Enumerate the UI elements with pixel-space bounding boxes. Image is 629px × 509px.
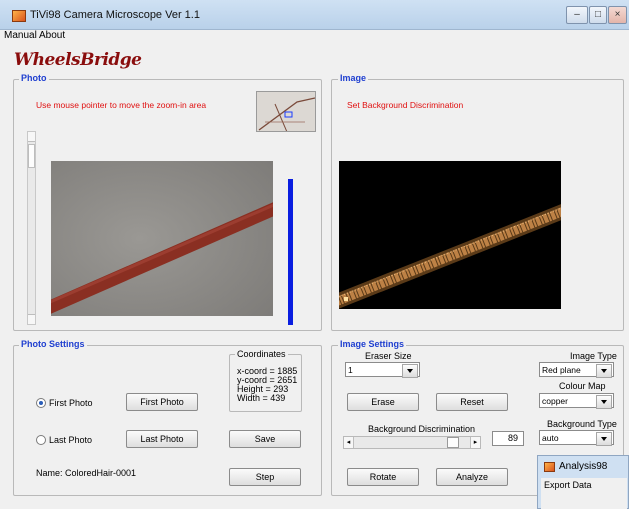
background-discrimination-slider[interactable]: ◂ ▸ xyxy=(343,436,481,449)
photo-hint: Use mouse pointer to move the zoom-in ar… xyxy=(36,100,207,110)
slider-thumb[interactable] xyxy=(446,437,459,448)
analysis-window-title: Analysis98 xyxy=(559,461,608,472)
rotate-button[interactable]: Rotate xyxy=(347,468,419,486)
processed-image-hair xyxy=(339,204,561,309)
save-button[interactable]: Save xyxy=(229,430,301,448)
reset-button[interactable]: Reset xyxy=(436,393,508,411)
export-data-menu[interactable]: Export Data xyxy=(544,480,592,490)
eraser-size-select[interactable]: 1 xyxy=(345,362,420,378)
slider-left-arrow-icon[interactable]: ◂ xyxy=(344,437,354,448)
image-type-value: Red plane xyxy=(542,365,581,375)
image-settings-legend: Image Settings xyxy=(338,339,407,349)
scroll-thumb[interactable] xyxy=(28,144,35,168)
colour-map-value: copper xyxy=(542,396,568,406)
background-type-label: Background Type xyxy=(547,419,617,429)
menu-manual[interactable]: Manual xyxy=(4,30,37,42)
chevron-down-icon xyxy=(596,432,612,446)
erase-button[interactable]: Erase xyxy=(347,393,419,411)
last-photo-radio[interactable] xyxy=(36,435,46,445)
eraser-size-value: 1 xyxy=(348,365,353,375)
maximize-icon: □ xyxy=(594,9,602,20)
brand-logo: WheelsBridge xyxy=(14,50,142,70)
coordinates-title: Coordinates xyxy=(235,349,288,359)
analysis-window[interactable]: Analysis98 Export Data xyxy=(537,455,629,509)
minimize-button[interactable]: – xyxy=(566,6,588,24)
background-type-select[interactable]: auto xyxy=(539,430,614,446)
thumbnail-hairs xyxy=(258,97,315,131)
colour-map-select[interactable]: copper xyxy=(539,393,614,409)
eraser-size-label: Eraser Size xyxy=(365,351,412,361)
window-title: TiVi98 Camera Microscope Ver 1.1 xyxy=(30,9,200,21)
last-photo-button[interactable]: Last Photo xyxy=(126,430,198,448)
photo-legend: Photo xyxy=(19,73,49,83)
image-hint: Set Background Discrimination xyxy=(347,100,464,110)
step-button[interactable]: Step xyxy=(229,468,301,486)
photo-thumbnail[interactable] xyxy=(256,91,316,132)
first-photo-radio[interactable] xyxy=(36,398,46,408)
chevron-down-icon xyxy=(402,364,418,378)
photo-settings-legend: Photo Settings xyxy=(19,339,87,349)
width-value: Width = 439 xyxy=(237,393,286,403)
scroll-up-arrow-icon[interactable] xyxy=(28,132,35,142)
zoomed-photo-image xyxy=(51,161,273,316)
background-discrimination-value[interactable]: 89 xyxy=(492,431,524,446)
zoom-level-bar xyxy=(288,179,293,325)
first-photo-radio-label: First Photo xyxy=(49,398,93,408)
chevron-down-icon xyxy=(596,364,612,378)
background-discrimination-label: Background Discrimination xyxy=(368,424,476,434)
chevron-down-icon xyxy=(596,395,612,409)
photo-name: Name: ColoredHair-0001 xyxy=(36,468,137,478)
app-icon xyxy=(12,10,26,22)
background-type-value: auto xyxy=(542,433,559,443)
menu-about[interactable]: About xyxy=(39,30,65,42)
close-button[interactable]: × xyxy=(608,6,627,24)
last-photo-radio-label: Last Photo xyxy=(49,435,93,445)
image-legend: Image xyxy=(338,73,369,83)
colour-map-label: Colour Map xyxy=(559,381,606,391)
analysis-app-icon xyxy=(544,462,555,472)
close-icon: × xyxy=(614,9,621,20)
first-photo-button[interactable]: First Photo xyxy=(126,393,198,411)
image-type-select[interactable]: Red plane xyxy=(539,362,614,378)
menu-bar: Manual About xyxy=(0,30,629,42)
photo-vertical-scrollbar[interactable] xyxy=(27,131,36,325)
image-type-label: Image Type xyxy=(570,351,617,361)
maximize-button[interactable]: □ xyxy=(589,6,607,24)
scroll-down-arrow-icon[interactable] xyxy=(28,314,35,324)
processed-image[interactable] xyxy=(339,161,561,309)
minimize-icon: – xyxy=(574,9,580,20)
zoomed-photo[interactable] xyxy=(51,161,273,316)
analysis-client: Export Data xyxy=(541,478,627,509)
analyze-button[interactable]: Analyze xyxy=(436,468,508,486)
slider-right-arrow-icon[interactable]: ▸ xyxy=(470,437,480,448)
